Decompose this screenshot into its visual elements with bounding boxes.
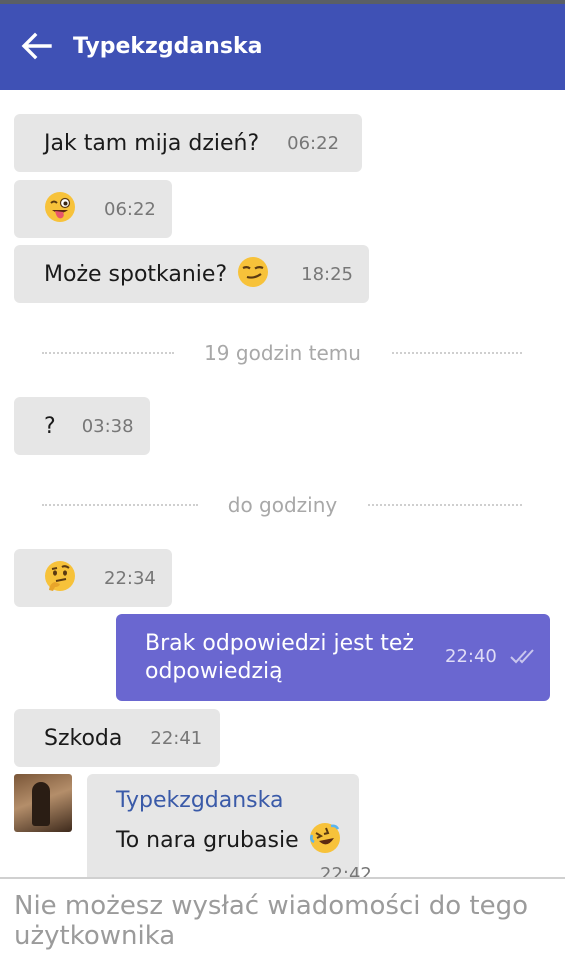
cannot-message-notice: Nie możesz wysłać wiadomości do tego uży… <box>14 891 529 951</box>
message-time: 22:41 <box>150 727 203 749</box>
message-bubble-outgoing[interactable]: Brak odpowiedzi jest też odpowiedzią 22:… <box>116 614 550 701</box>
message-text: Szkoda <box>44 725 123 751</box>
message-bubble-incoming[interactable]: ? 03:38 <box>14 397 150 455</box>
date-separator: do godziny <box>0 490 565 520</box>
thinking-face-icon <box>44 560 76 596</box>
message-time: 06:22 <box>104 198 156 220</box>
message-time: 22:40 <box>445 646 497 667</box>
message-time: 06:22 <box>287 132 340 154</box>
separator-line <box>368 504 522 506</box>
message-text: Może spotkanie? <box>44 261 228 287</box>
date-separator: 19 godzin temu <box>0 338 565 368</box>
avatar-photo-figure <box>32 782 50 826</box>
message-text: Brak odpowiedzi jest też odpowiedzią <box>145 630 414 684</box>
separator-line <box>392 352 522 354</box>
message-bubble-incoming[interactable]: Typekzgdanska To nara grubasie 22:42 <box>87 774 372 877</box>
back-button[interactable] <box>16 28 56 68</box>
composer-disabled: Nie możesz wysłać wiadomości do tego uży… <box>0 877 565 960</box>
message-bubble-incoming[interactable]: 22:34 <box>14 549 172 607</box>
message-bubble-incoming[interactable]: Szkoda 22:41 <box>14 709 220 767</box>
sender-name: Typekzgdanska <box>116 788 284 813</box>
message-time: 22:42 <box>320 864 372 877</box>
message-bubble-incoming[interactable]: Może spotkanie? 18:25 <box>14 245 369 303</box>
chat-title: Typekzgdanska <box>73 34 263 59</box>
app-bar: Typekzgdanska <box>0 4 565 90</box>
double-check-icon <box>510 646 538 670</box>
arrow-left-icon <box>20 32 52 64</box>
message-list[interactable]: Jak tam mija dzień? 06:22 06:22 Może spo… <box>0 90 565 877</box>
message-text: Jak tam mija dzień? <box>44 130 260 156</box>
avatar[interactable] <box>14 774 72 832</box>
message-time: 03:38 <box>81 415 134 437</box>
message-text: ? <box>44 413 56 439</box>
message-time: 18:25 <box>301 263 354 285</box>
message-bubble-incoming[interactable]: Jak tam mija dzień? 06:22 <box>14 114 362 172</box>
smirking-face-icon <box>237 256 269 292</box>
message-text: To nara grubasie <box>116 827 299 853</box>
winking-face-with-tongue-icon <box>44 191 76 227</box>
message-time: 22:34 <box>104 567 156 589</box>
message-bubble-incoming[interactable]: 06:22 <box>14 180 172 238</box>
rolling-on-the-floor-laughing-icon <box>309 822 341 858</box>
message-content: To nara grubasie <box>116 822 359 858</box>
